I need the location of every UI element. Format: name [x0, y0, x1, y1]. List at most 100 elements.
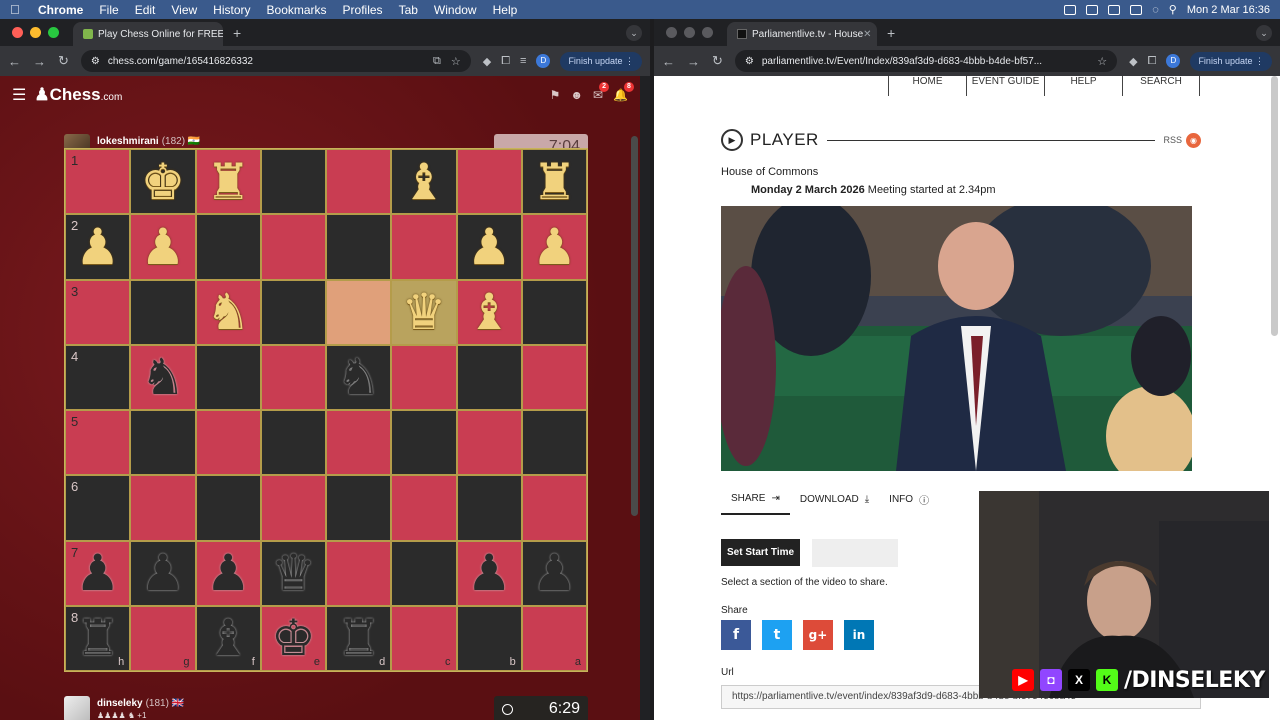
close-window-button[interactable] [666, 27, 677, 38]
start-time-field[interactable] [812, 539, 898, 567]
tab-search-button[interactable]: ⌄ [626, 24, 642, 41]
white-pawn-icon[interactable]: ♟ [532, 222, 577, 272]
black-rook-icon[interactable]: ♜ [75, 613, 120, 663]
board-square-b1[interactable] [456, 149, 522, 215]
board-square-e8[interactable]: e ♚ [260, 605, 326, 671]
menu-clock[interactable]: Mon 2 Mar 16:36 [1187, 4, 1270, 16]
board-square-b7[interactable]: ♟ [456, 540, 522, 606]
black-pawn-icon[interactable]: ♟ [467, 548, 512, 598]
forward-icon[interactable]: → [687, 54, 700, 69]
linkedin-share-button[interactable]: in [844, 620, 874, 650]
board-square-g4[interactable]: ♞ [130, 344, 196, 410]
board-square-g2[interactable]: ♟ [130, 214, 196, 280]
back-icon[interactable]: ← [8, 54, 21, 69]
menu-tab[interactable]: Tab [399, 3, 418, 17]
board-square-f7[interactable]: ♟ [195, 540, 261, 606]
top-player-name[interactable]: lokeshmirani [97, 136, 159, 147]
profile-avatar[interactable]: D [536, 54, 551, 68]
new-tab-button[interactable]: + [887, 25, 895, 41]
white-pawn-icon[interactable]: ♟ [75, 222, 120, 272]
black-pawn-icon[interactable]: ♟ [75, 548, 120, 598]
tab-chess[interactable]: Play Chess Online for FREE ✕ [73, 22, 223, 46]
white-bishop-icon[interactable]: ♝ [467, 287, 512, 337]
nav-home[interactable]: HOME [888, 76, 966, 96]
board-square-c5[interactable] [391, 410, 457, 476]
board-square-d4[interactable]: ♞ [326, 344, 392, 410]
board-square-h8[interactable]: 8 h ♜ [65, 605, 131, 671]
board-square-f2[interactable] [195, 214, 261, 280]
facebook-share-button[interactable]: f [721, 620, 751, 650]
board-square-f6[interactable] [195, 475, 261, 541]
status-icon[interactable] [1086, 4, 1099, 15]
extensions-puzzle-icon[interactable]: ⧠ [501, 55, 510, 68]
board-square-e6[interactable] [260, 475, 326, 541]
apple-icon[interactable]:  [10, 2, 24, 17]
address-bar[interactable]: ⚙ chess.com/game/165416826332 ⧉ ☆ [80, 50, 471, 72]
close-tab-icon[interactable]: ✕ [863, 29, 871, 40]
board-square-h5[interactable]: 5 [65, 410, 131, 476]
finish-update-button[interactable]: Finish update ⋮ [1190, 51, 1272, 71]
new-tab-button[interactable]: + [233, 25, 241, 41]
tab-share[interactable]: SHARE ⇥ [721, 486, 790, 515]
battery-icon[interactable] [1130, 4, 1143, 15]
zoom-window-button[interactable] [48, 27, 59, 38]
board-square-e7[interactable]: ♛ [260, 540, 326, 606]
close-window-button[interactable] [12, 27, 23, 38]
white-bishop-icon[interactable]: ♝ [401, 157, 446, 207]
chess-logo[interactable]: ♟Chess.com [34, 85, 122, 105]
extension-icon[interactable]: ◆ [483, 55, 491, 68]
black-pawn-icon[interactable]: ♟ [140, 548, 185, 598]
white-pawn-icon[interactable]: ♟ [467, 222, 512, 272]
finish-update-button[interactable]: Finish update ⋮ [560, 51, 642, 71]
install-icon[interactable]: ⧉ [433, 55, 441, 68]
board-square-c3[interactable]: ♛ [391, 279, 457, 345]
board-square-a4[interactable] [521, 344, 587, 410]
minimize-window-button[interactable] [30, 27, 41, 38]
board-square-d5[interactable] [326, 410, 392, 476]
board-square-b8[interactable]: b [456, 605, 522, 671]
black-knight-icon[interactable]: ♞ [336, 352, 381, 402]
site-info-icon[interactable]: ⚙ [91, 56, 100, 67]
site-info-icon[interactable]: ⚙ [745, 56, 754, 67]
board-square-e5[interactable] [260, 410, 326, 476]
board-square-f8[interactable]: f ♝ [195, 605, 261, 671]
board-square-a2[interactable]: ♟ [521, 214, 587, 280]
board-square-d3[interactable] [326, 279, 392, 345]
board-square-c1[interactable]: ♝ [391, 149, 457, 215]
bookmark-star-icon[interactable]: ☆ [1097, 55, 1107, 68]
board-square-b4[interactable] [456, 344, 522, 410]
set-start-time-button[interactable]: Set Start Time [721, 539, 801, 566]
hamburger-menu-icon[interactable]: ☰ [12, 85, 26, 105]
board-square-b6[interactable] [456, 475, 522, 541]
extension-icon[interactable]: ◆ [1129, 55, 1137, 68]
scrollbar[interactable] [631, 136, 638, 516]
status-icon[interactable] [1108, 4, 1121, 15]
board-square-a8[interactable]: a [521, 605, 587, 671]
tab-download[interactable]: DOWNLOAD ⤓ [790, 486, 879, 515]
board-square-f3[interactable]: ♞ [195, 279, 261, 345]
video-player[interactable] [721, 206, 1192, 471]
minimize-window-button[interactable] [684, 27, 695, 38]
friends-icon[interactable]: ☻ [570, 88, 583, 102]
black-knight-icon[interactable]: ♞ [140, 352, 185, 402]
board-square-a7[interactable]: ♟ [521, 540, 587, 606]
black-rook-icon[interactable]: ♜ [336, 613, 381, 663]
black-king-icon[interactable]: ♚ [271, 613, 316, 663]
nav-help[interactable]: HELP [1044, 76, 1122, 96]
board-square-g7[interactable]: ♟ [130, 540, 196, 606]
board-square-g8[interactable]: g [130, 605, 196, 671]
board-square-a6[interactable] [521, 475, 587, 541]
status-icon[interactable] [1064, 4, 1077, 15]
rss-label[interactable]: RSS [1163, 135, 1182, 145]
avatar[interactable] [64, 696, 90, 720]
wifi-icon[interactable]: ◌ [1152, 4, 1159, 16]
white-queen-icon[interactable]: ♛ [401, 287, 446, 337]
board-square-a1[interactable]: ♜ [521, 149, 587, 215]
menu-help[interactable]: Help [493, 3, 518, 17]
board-square-d1[interactable] [326, 149, 392, 215]
board-square-c8[interactable]: c [391, 605, 457, 671]
black-pawn-icon[interactable]: ♟ [532, 548, 577, 598]
board-square-c2[interactable] [391, 214, 457, 280]
chess-board[interactable]: 1 ♚ ♜ ♝ ♜ 2 ♟ ♟ ♟ ♟ 3 ♞ ♛ ♝ 4 ♞ ♞ 5 6 7 ♟ ♟ ♟ ♛ ♟ ♟ 8 h ♜ g f ♝ e ♚ d ♜ c b a [64, 148, 588, 672]
menu-view[interactable]: View [171, 3, 197, 17]
